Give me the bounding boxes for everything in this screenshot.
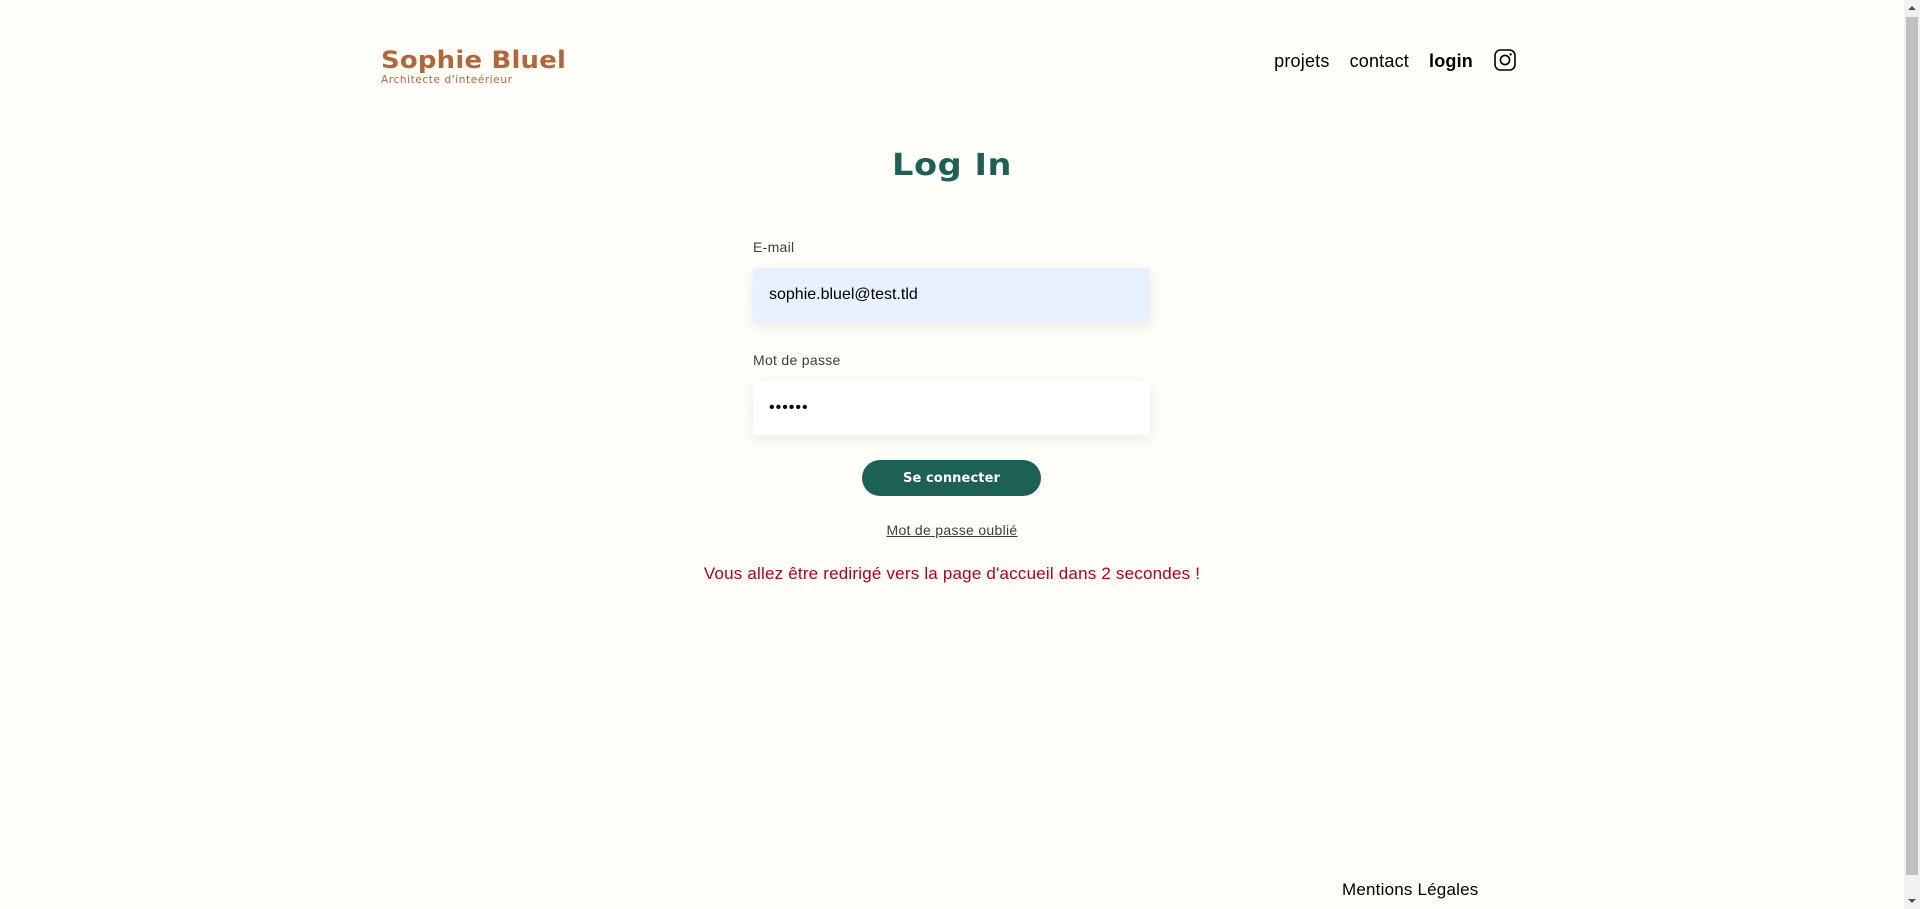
email-label: E-mail — [753, 239, 795, 255]
forgot-password-link[interactable]: Mot de passe oublié — [886, 522, 1017, 538]
logo-title: Sophie Bluel — [381, 46, 567, 74]
redirect-message: Vous allez être redirigé vers la page d'… — [703, 564, 1201, 583]
instagram-icon[interactable] — [1494, 48, 1516, 71]
nav-link-contact[interactable]: contact — [1350, 48, 1409, 74]
page: Sophie Bluel Architecte d'inteérieur pro… — [0, 0, 1904, 909]
page-title: Log In — [891, 148, 1013, 183]
legal-notice-link[interactable]: Mentions Légales — [1342, 879, 1478, 901]
nav-link-login[interactable]: login — [1429, 48, 1473, 74]
scrollbar-thumb[interactable] — [1906, 17, 1918, 875]
main-nav: projets contact login — [1254, 48, 1516, 74]
password-field[interactable] — [753, 381, 1150, 435]
login-button[interactable]: Se connecter — [862, 460, 1041, 496]
site-header: Sophie Bluel Architecte d'inteérieur pro… — [381, 46, 1516, 96]
password-label: Mot de passe — [753, 352, 841, 368]
email-field[interactable] — [753, 268, 1150, 322]
vertical-scrollbar[interactable] — [1904, 0, 1920, 909]
nav-link-projects[interactable]: projets — [1274, 48, 1329, 74]
arrow-up-icon[interactable] — [1904, 0, 1920, 16]
login-form: E-mail Mot de passe — [753, 238, 1150, 435]
logo-subtitle: Architecte d'inteérieur — [381, 74, 513, 86]
logo[interactable]: Sophie Bluel Architecte d'inteérieur — [381, 46, 566, 86]
arrow-down-icon[interactable] — [1904, 893, 1920, 909]
forgot-password-container: Mot de passe oublié — [0, 521, 1904, 539]
